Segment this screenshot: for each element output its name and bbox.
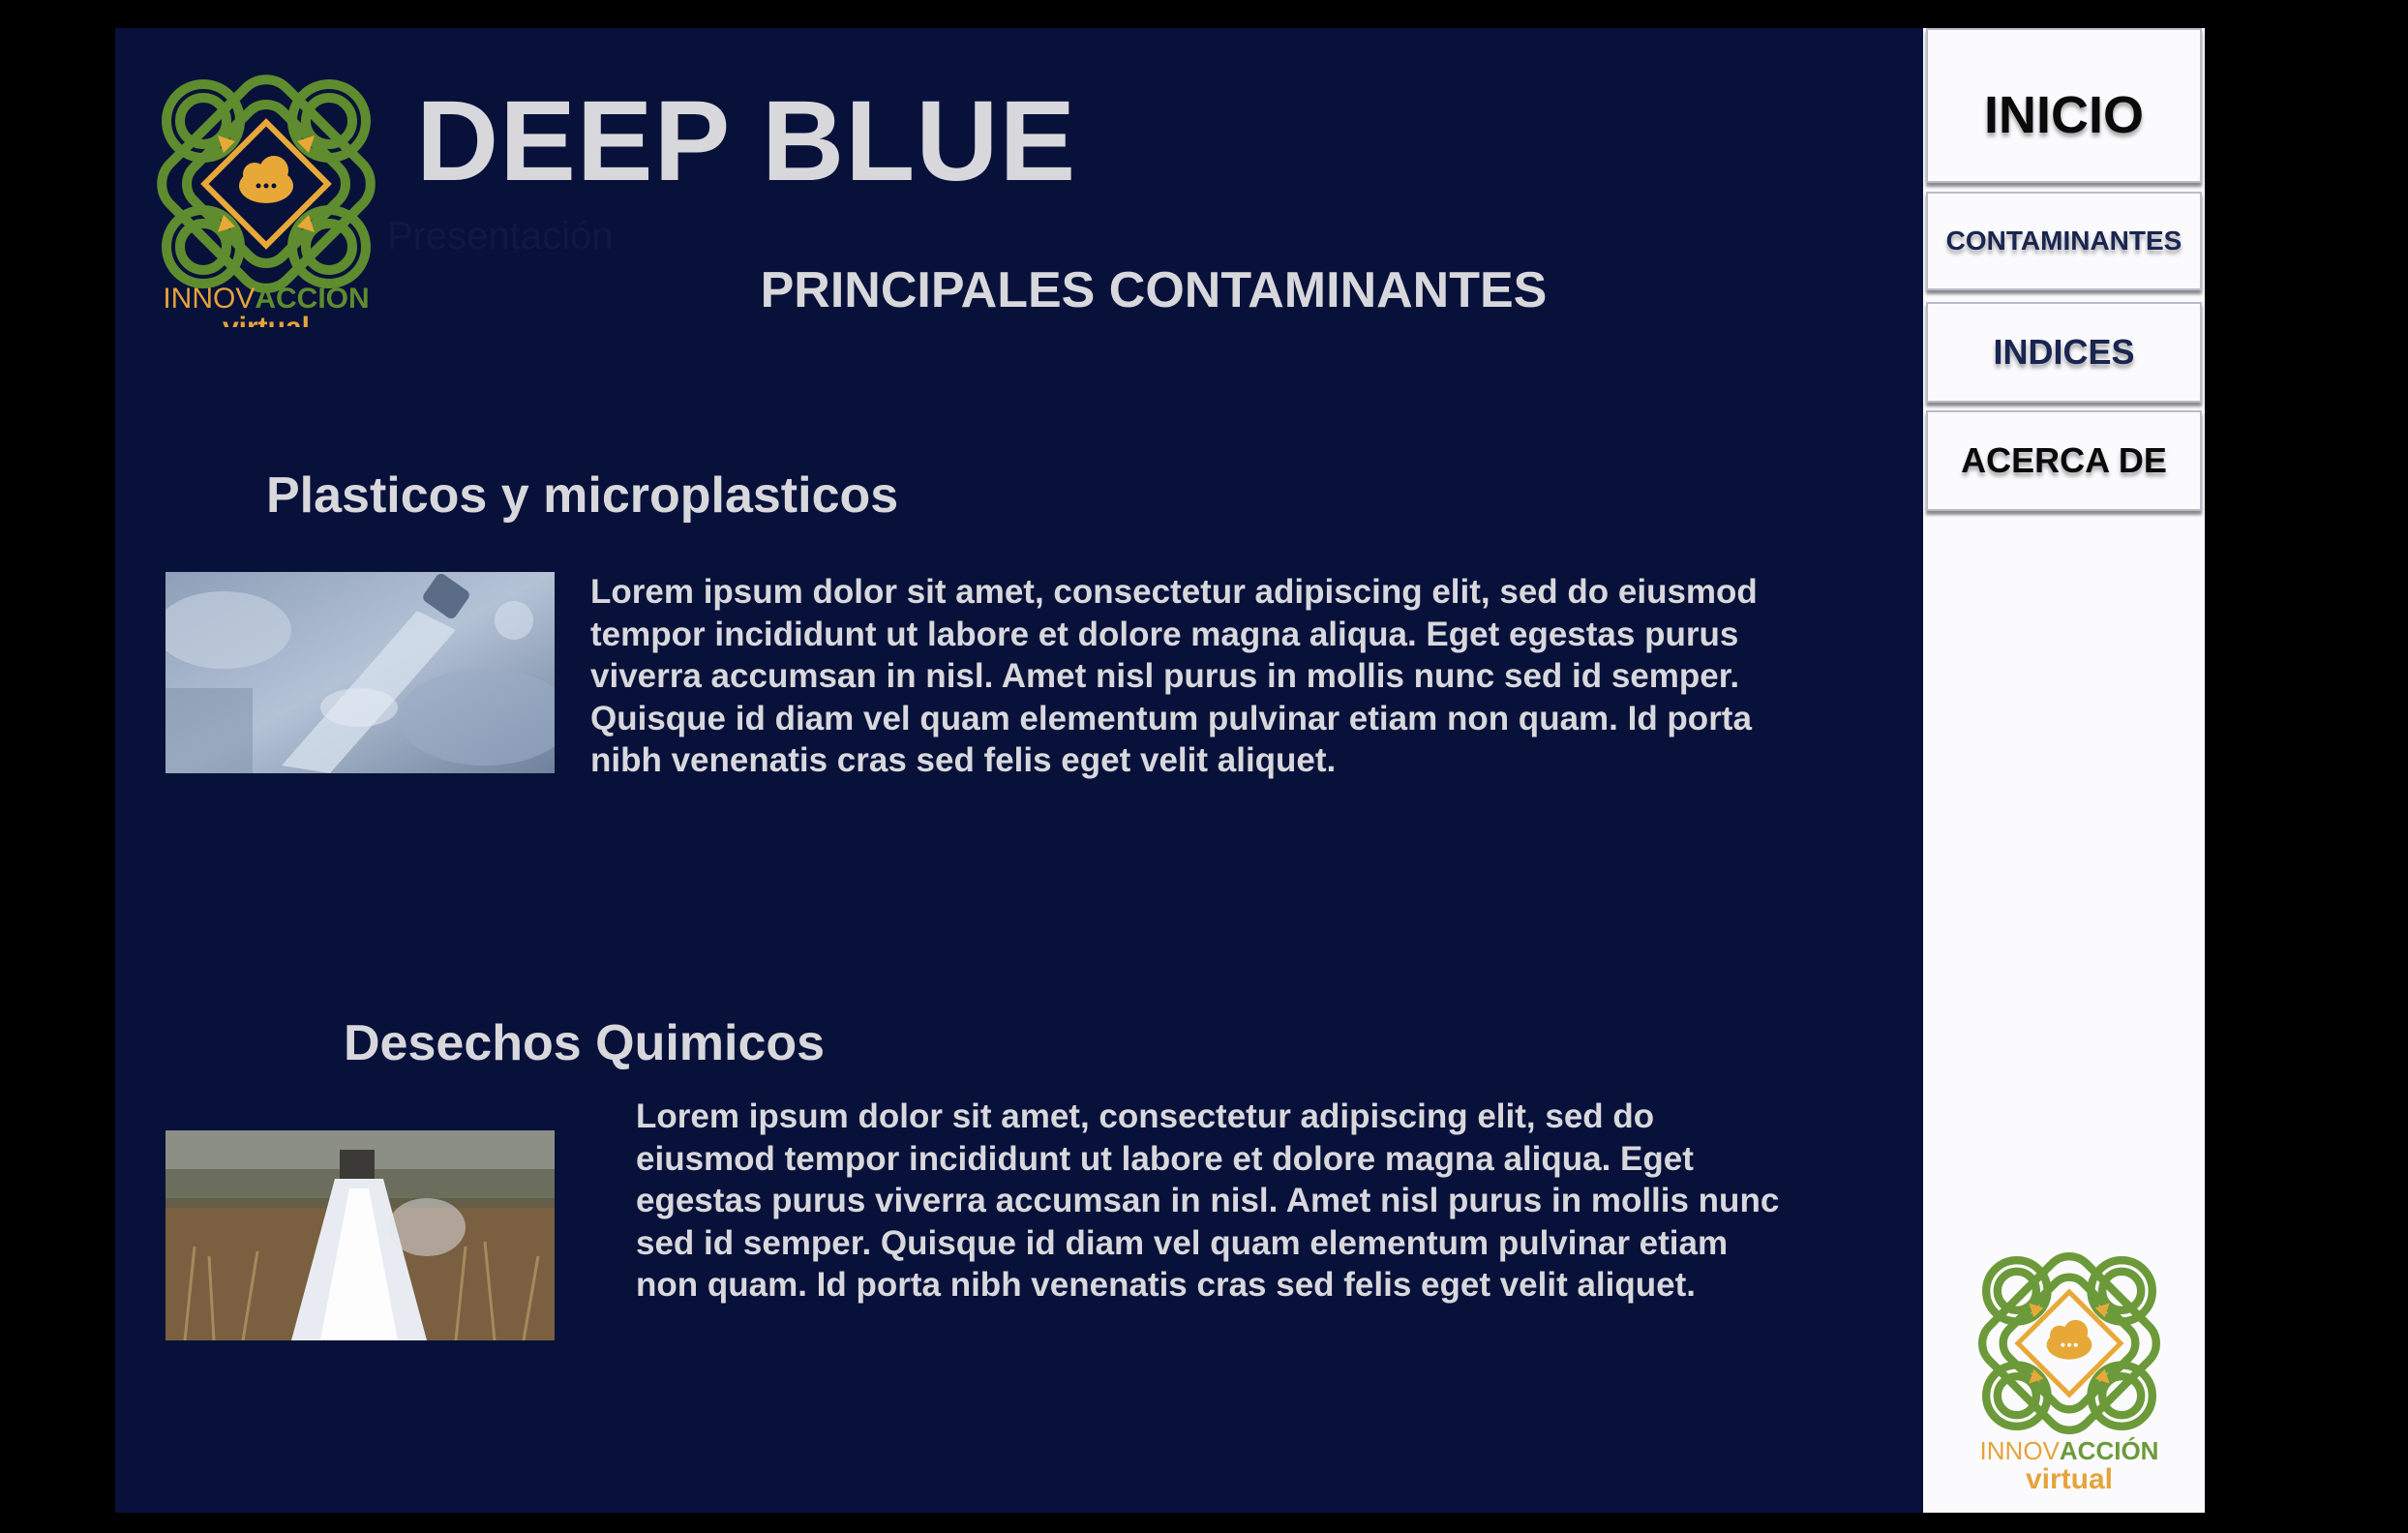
nav-inicio-button[interactable]: INICIO — [1926, 28, 2202, 183]
sidebar-logo-name-bold: ACCIÓN — [2059, 1436, 2159, 1465]
brand-title: DEEP BLUE — [416, 77, 1077, 205]
section-title-plastics: Plasticos y microplasticos — [266, 467, 899, 524]
section-text-plastics: Lorem ipsum dolor sit amet, consectetur … — [590, 573, 1758, 779]
faint-subtitle: Presentación — [387, 215, 614, 257]
sidebar-knot-emblem-icon — [1978, 1252, 2160, 1434]
plastic-bottles-photo-icon — [166, 572, 555, 773]
chemical-discharge-image — [166, 1130, 555, 1340]
sidebar-logo: INNOVACCIÓN virtual — [1972, 1247, 2166, 1495]
sidebar-logo-name-light: INNOV — [1979, 1436, 2060, 1465]
plastic-bottles-image — [166, 572, 555, 773]
nav-acerca-label: ACERCA DE — [1961, 440, 2167, 480]
nav-inicio-label: INICIO — [1983, 86, 2144, 144]
nav-contaminantes-label: CONTAMINANTES — [1945, 225, 2182, 256]
nav-contaminantes-button[interactable]: CONTAMINANTES — [1926, 192, 2202, 290]
sidebar-logo-subtitle: virtual — [2025, 1463, 2114, 1495]
sidebar-logo-wordmark: INNOVACCIÓN — [1972, 1436, 2166, 1466]
section-title-chemicals: Desechos Quimicos — [344, 1015, 826, 1071]
nav-acerca-button[interactable]: ACERCA DE — [1926, 410, 2202, 511]
chemical-discharge-photo-icon — [166, 1130, 555, 1340]
nav-indices-label: INDICES — [1993, 332, 2135, 372]
section-text-chemicals: Lorem ipsum dolor sit amet, consectetur … — [636, 1097, 1780, 1304]
nav-indices-button[interactable]: INDICES — [1926, 302, 2202, 403]
